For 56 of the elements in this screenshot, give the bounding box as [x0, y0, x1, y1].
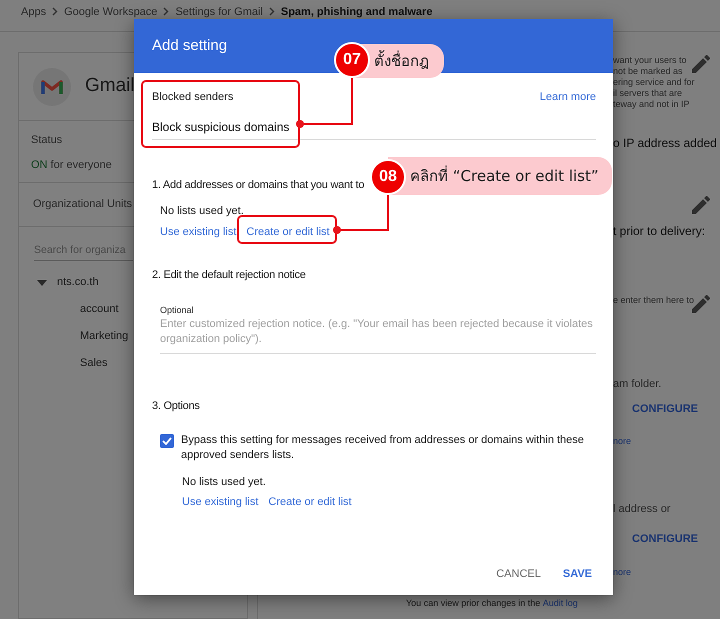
list-link[interactable]: Use existing list	[160, 224, 236, 240]
leader-line	[333, 195, 389, 234]
field-label: Blocked senders	[152, 90, 234, 105]
configure-button[interactable]: CONFIGURE	[632, 400, 698, 417]
status-text: No lists used yet.	[160, 204, 244, 219]
callout-text: คลิกที่ “Create or edit list”	[410, 164, 599, 187]
list-link[interactable]: Create or edit list	[246, 224, 330, 240]
note-text: teway and not in IP	[613, 99, 691, 110]
name-field[interactable]: Block suspicious domains	[152, 116, 596, 140]
leader-line	[296, 78, 353, 128]
checkbox[interactable]	[160, 434, 174, 448]
configure-button[interactable]: CONFIGURE	[632, 531, 698, 548]
chevron-icon	[52, 7, 58, 16]
breadcrumb-link[interactable]: Apps	[21, 4, 46, 20]
learn-more-link[interactable]: nore	[613, 435, 632, 448]
tree-item[interactable]: nts.co.th	[57, 274, 99, 291]
note-text: want your users to	[613, 55, 688, 66]
dialog-title: Add setting	[152, 36, 228, 56]
tree-item[interactable]: Sales	[80, 355, 108, 372]
note-text: am folder.	[613, 377, 662, 392]
save-button[interactable]: SAVE	[562, 566, 592, 582]
learn-more-link[interactable]: Learn more	[540, 89, 596, 106]
status-text: No lists used yet.	[182, 474, 266, 490]
tree-item[interactable]: account	[80, 301, 119, 318]
chevron-icon	[163, 7, 170, 16]
note-text: ering service and for	[613, 77, 695, 88]
option-label: Bypass this setting for messages received from addresses or domains within these approved senders lists.	[181, 432, 585, 462]
note-text: il servers that are	[613, 88, 684, 99]
tree-item[interactable]: Marketing	[80, 328, 128, 345]
breadcrumb-link[interactable]: Google Workspace	[64, 4, 158, 20]
learn-more-link[interactable]: nore	[613, 566, 632, 579]
note-text: not be marked as	[613, 66, 684, 77]
breadcrumb-link[interactable]: Spam, phishing and malware	[280, 4, 432, 20]
note-text: l address or	[613, 502, 670, 516]
status-label: Status	[31, 133, 64, 148]
note-text: e enter them here to	[613, 295, 694, 306]
section-label: Organizational Units	[33, 197, 132, 212]
mail-logo-icon	[33, 68, 71, 106]
list-link[interactable]: Create or edit list	[268, 494, 352, 510]
status-text: ON for everyone	[31, 158, 113, 172]
section-heading: 2. Edit the default rejection notice	[152, 268, 306, 283]
section-heading: 1. Add addresses or domains that you want to	[152, 178, 364, 192]
audit-note: You can view prior changes in the	[406, 597, 542, 610]
app-name: Gmail	[85, 74, 135, 98]
cancel-button[interactable]: CANCEL	[496, 566, 541, 582]
list-link[interactable]: Use existing list	[182, 494, 258, 510]
field-label: Optional	[160, 304, 195, 317]
pencil-icon	[692, 196, 710, 214]
setting-value: t prior to delivery:	[613, 223, 706, 240]
setting-value: o IP address added	[613, 135, 717, 152]
section-heading: 3. Options	[152, 399, 200, 414]
breadcrumb-link[interactable]: Settings for Gmail	[175, 4, 263, 20]
audit-log-link[interactable]: Audit log	[542, 597, 578, 610]
rejection-notice-field[interactable]: Enter customized rejection notice. (e.g. "Your email has been rejected because it violates organization policy").	[160, 317, 596, 349]
chevron-icon	[268, 7, 275, 16]
callout-text: ตั้งชื่อกฎ	[374, 50, 429, 72]
